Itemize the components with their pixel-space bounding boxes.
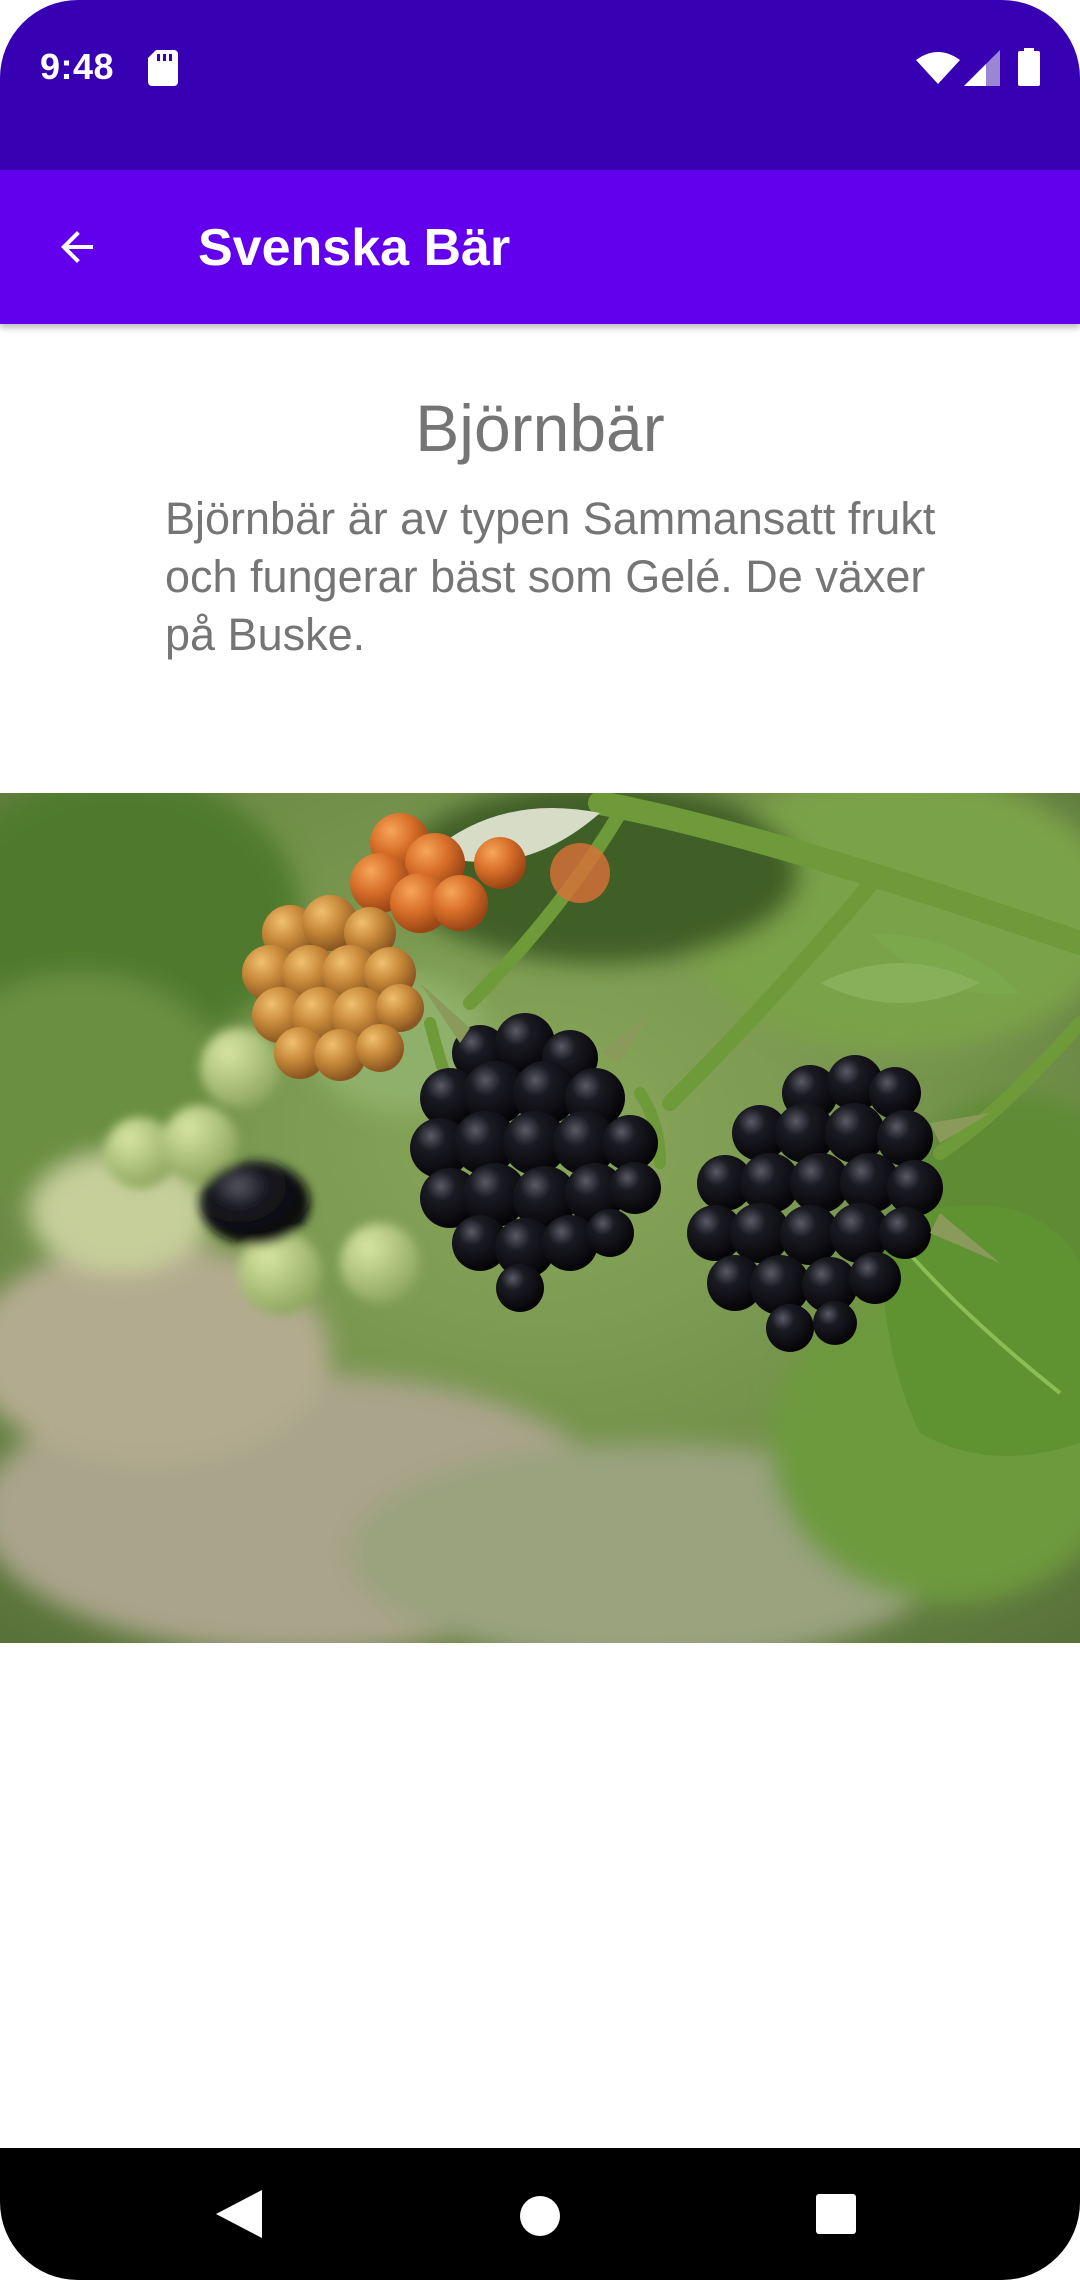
berry-name: Björnbär [415,391,665,465]
phone-screen: 9:48 Svenska Bär Björnbär Björnbär är av… [0,0,1080,2280]
signal-icon [964,50,1000,86]
status-bar: 9:48 [0,0,1080,170]
nav-recents-icon[interactable] [814,2192,858,2236]
app-title: Svenska Bär [198,219,511,277]
wifi-icon [916,52,960,84]
status-time: 9:48 [40,46,115,87]
nav-back-icon[interactable] [212,2188,266,2240]
arrow-back-icon [61,231,93,263]
sd-card-icon [148,50,178,86]
battery-icon [1018,48,1040,86]
back-button[interactable] [36,206,118,288]
berry-description: Björnbär är av typen Sammansatt frukt oc… [165,493,936,660]
nav-home-icon[interactable] [514,2190,566,2242]
navigation-bar [0,2148,1080,2280]
app-bar: Svenska Bär [0,170,1080,324]
blackberry-photo [0,793,1080,1643]
